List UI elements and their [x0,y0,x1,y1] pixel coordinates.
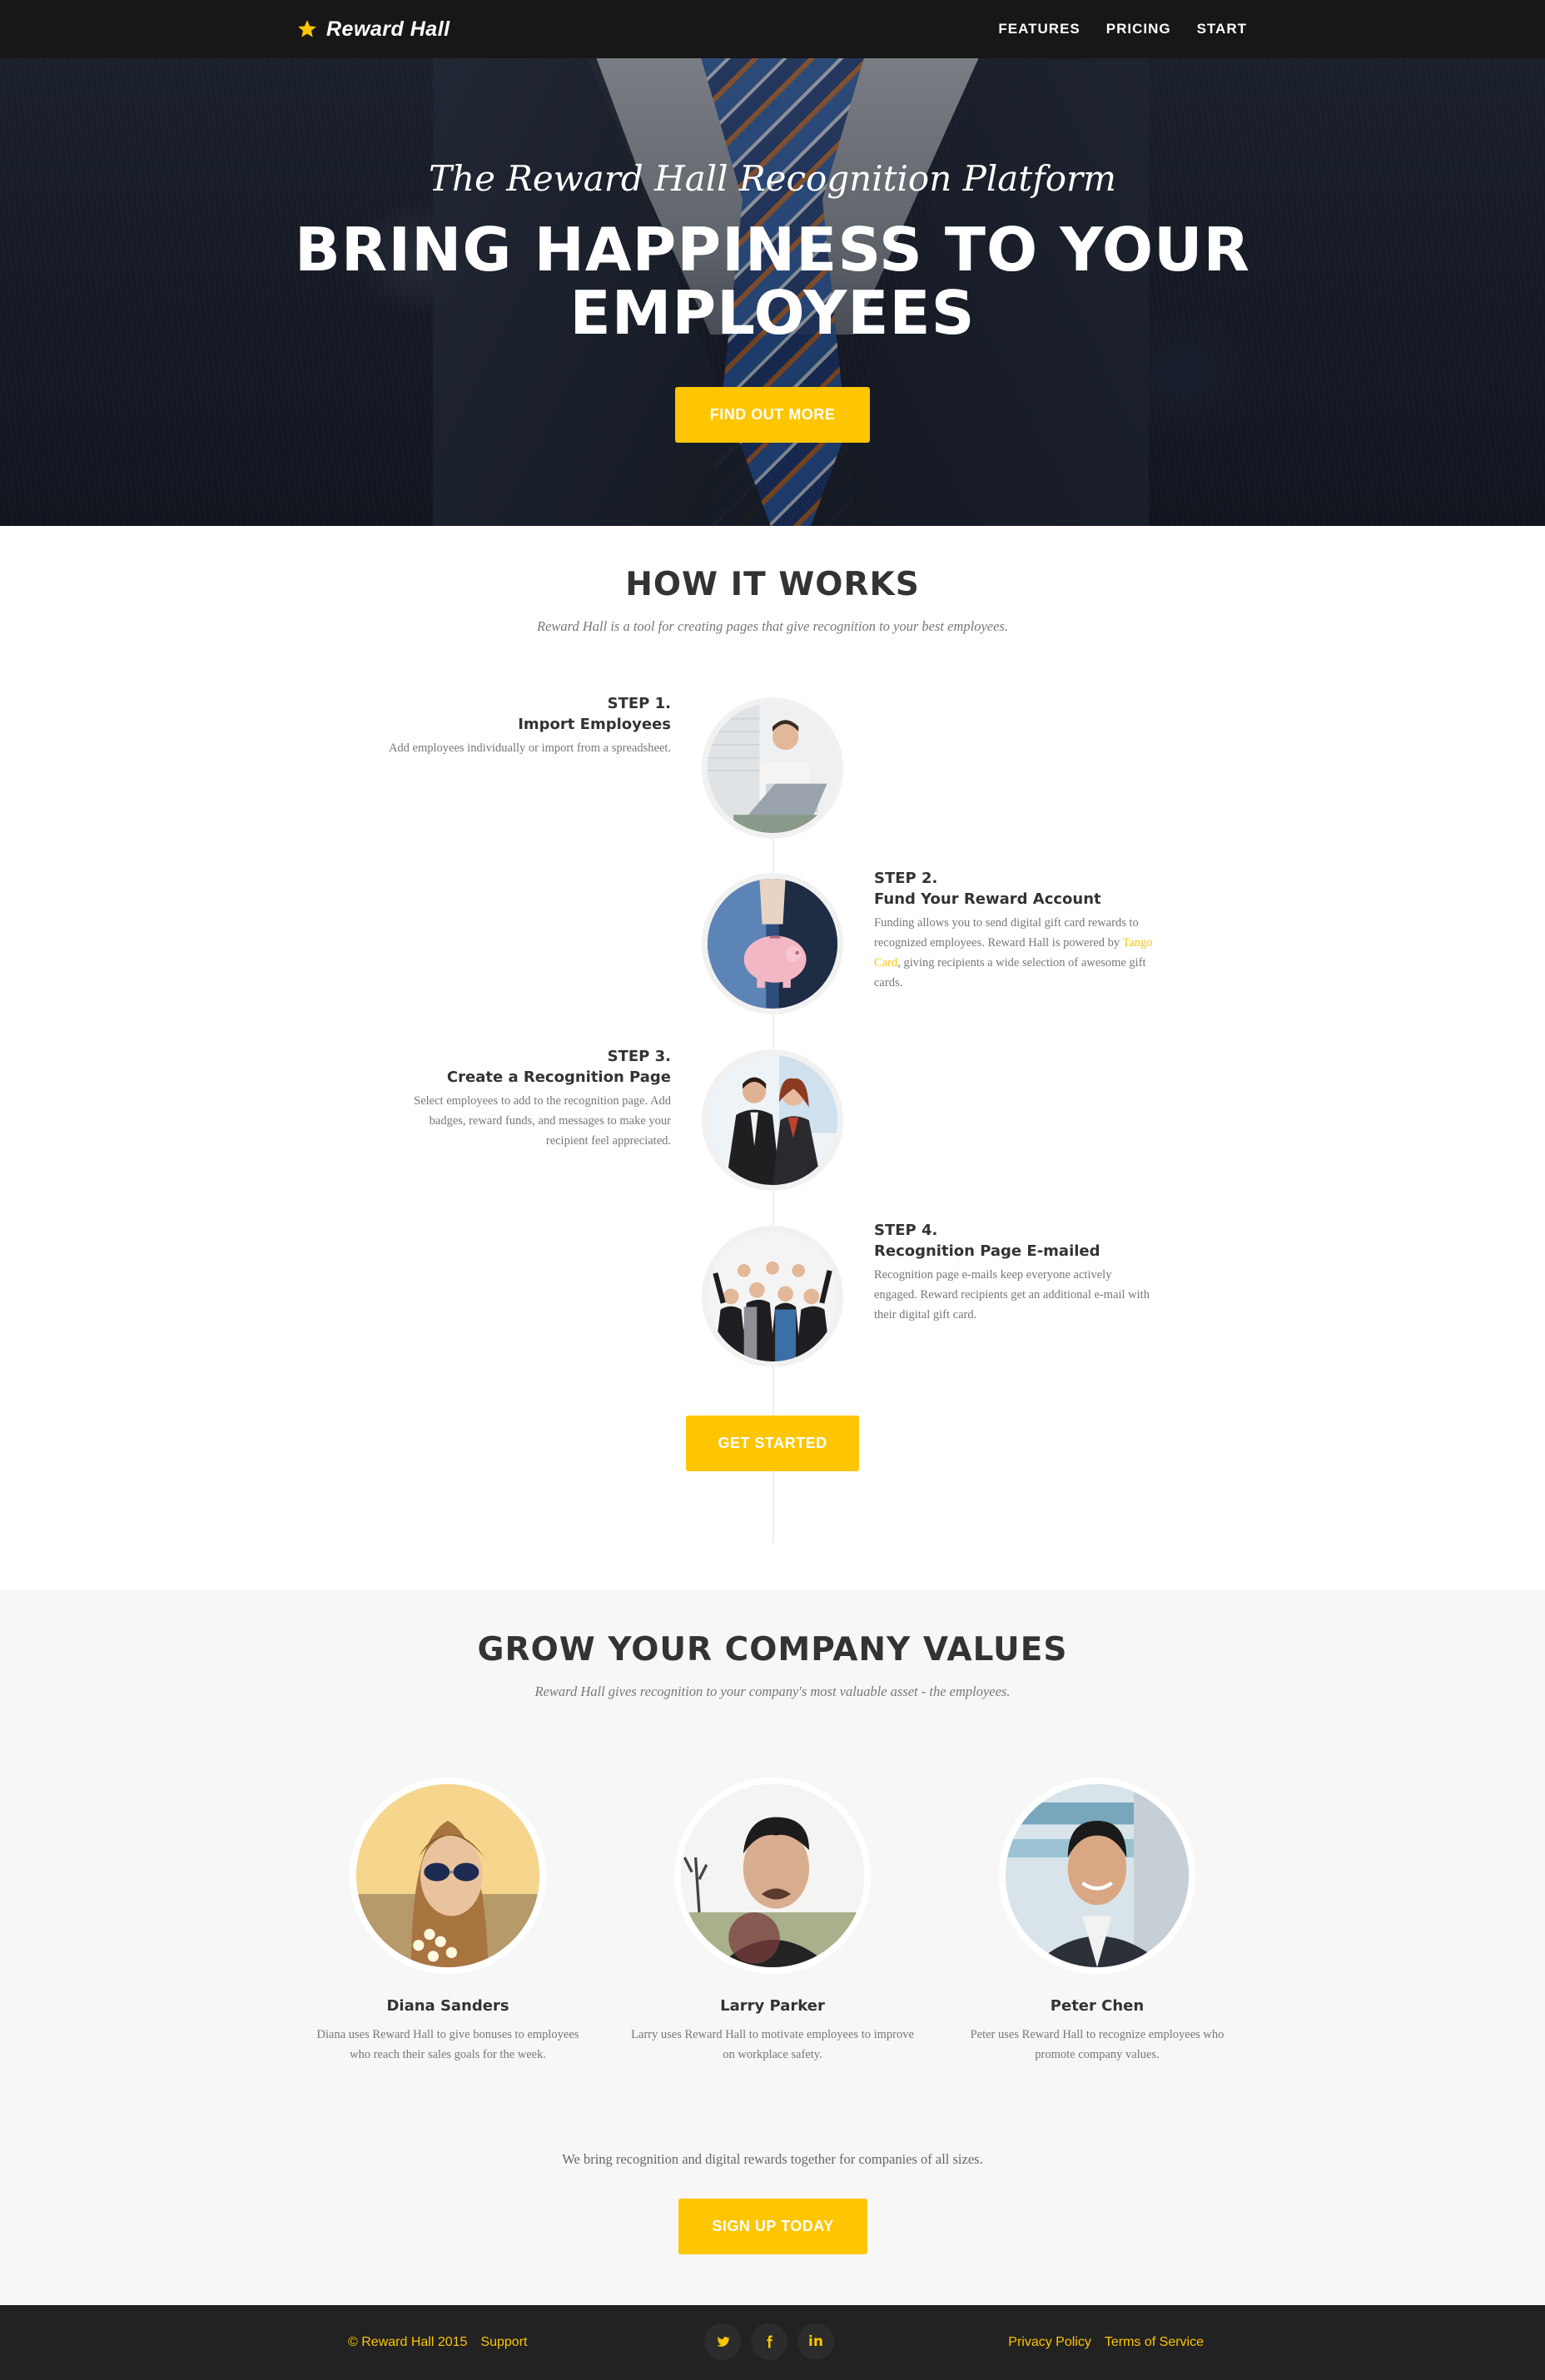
step-4-number: STEP 4. [874,1222,938,1239]
peter-avatar [999,1778,1195,1974]
nav-link-start[interactable]: START [1197,21,1247,37]
step-2-description-pre: Funding allows you to send digital gift … [874,916,1139,950]
star-icon [298,20,316,37]
step-2-text: STEP 2. Fund Your Reward Account Funding… [874,870,1157,993]
hero-title-line-2: EMPLOYEES [569,278,976,348]
step-2-description-post: , giving recipients a wide selection of … [874,956,1146,989]
business-couple-photo [708,1055,837,1185]
footer-right: Privacy Policy Terms of Service [1008,2305,1204,2380]
brand-name: Reward Hall [326,17,450,41]
step-1-description: Add employees individually or import fro… [388,741,671,755]
footer-copyright: © Reward Hall 2015 [348,2335,468,2349]
step-2-description: Funding allows you to send digital gift … [874,913,1157,993]
step-4-description: Recognition page e-mails keep everyone a… [874,1268,1150,1321]
nav-links: FEATURES PRICING START [998,0,1247,58]
peter-photo [1006,1784,1189,1967]
step-2-image [702,873,843,1014]
find-out-more-button[interactable]: FIND OUT MORE [675,387,870,443]
nav-link-features[interactable]: FEATURES [998,21,1080,37]
step-2-number: STEP 2. [874,870,938,887]
diana-name: Diana Sanders [386,1997,509,2015]
step-3-description: Select employees to add to the recogniti… [414,1094,671,1148]
step-3-text: STEP 3. Create a Recognition Page Select… [388,1048,671,1151]
man-laptop-photo [708,703,837,833]
diana-photo [356,1784,539,1967]
step-2-heading: Fund Your Reward Account [874,890,1101,908]
step-4-text: STEP 4. Recognition Page E-mailed Recogn… [874,1222,1157,1325]
hero-subtitle: The Reward Hall Recognition Platform [429,158,1116,199]
peter-name: Peter Chen [1050,1997,1145,2015]
step-4-image [702,1226,843,1367]
hero-title: BRING HAPPINESS TO YOUR EMPLOYEES [0,218,1545,345]
hero-title-line-1: BRING HAPPINESS TO YOUR [295,215,1250,285]
step-1-text: STEP 1. Import Employees Add employees i… [388,695,671,758]
top-navbar: Reward Hall FEATURES PRICING START [0,0,1545,58]
privacy-policy-link[interactable]: Privacy Policy [1008,2335,1091,2350]
how-it-works-title: HOW IT WORKS [625,566,920,603]
how-it-works-subtitle: Reward Hall is a tool for creating pages… [537,618,1008,634]
terms-of-service-link[interactable]: Terms of Service [1105,2335,1204,2350]
step-4-heading: Recognition Page E-mailed [874,1242,1100,1260]
step-3-number: STEP 3. [607,1048,671,1065]
company-values-section: GROW YOUR COMPANY VALUES Reward Hall giv… [0,1589,1545,2305]
facebook-icon[interactable] [751,2323,787,2360]
step-3-heading: Create a Recognition Page [446,1069,671,1086]
twitter-icon[interactable] [704,2323,741,2360]
testimonial-larry: Larry Parker Larry uses Reward Hall to m… [631,1778,914,2065]
step-1-number: STEP 1. [607,695,671,712]
signup-cta-text: We bring recognition and digital rewards… [562,2151,983,2167]
linkedin-icon[interactable]: in [797,2323,834,2360]
step-3-image [702,1049,843,1191]
larry-name: Larry Parker [720,1997,825,2015]
footer-left: © Reward Hall 2015 Support [348,2305,527,2380]
step-1-heading: Import Employees [518,716,671,733]
footer-support-link[interactable]: Support [480,2335,527,2350]
peter-description: Peter uses Reward Hall to recognize empl… [970,2028,1225,2061]
larry-avatar [674,1778,871,1974]
piggy-bank-photo [708,879,837,1009]
team-cheering-photo [708,1232,837,1361]
nav-link-pricing[interactable]: PRICING [1106,21,1171,37]
footer-social-links: in [704,2323,834,2360]
larry-description: Larry uses Reward Hall to motivate emplo… [631,2028,914,2061]
brand-logo-link[interactable]: Reward Hall [296,0,450,58]
testimonial-peter: Peter Chen Peter uses Reward Hall to rec… [956,1778,1239,2065]
sign-up-today-button[interactable]: SIGN UP TODAY [678,2199,867,2254]
diana-description: Diana uses Reward Hall to give bonuses t… [316,2028,579,2061]
values-subtitle: Reward Hall gives recognition to your co… [534,1683,1011,1699]
get-started-button[interactable]: GET STARTED [686,1416,859,1471]
step-1-image [702,697,843,839]
larry-photo [681,1784,864,1967]
diana-avatar [350,1778,546,1974]
values-title: GROW YOUR COMPANY VALUES [477,1631,1068,1668]
testimonial-diana: Diana Sanders Diana uses Reward Hall to … [306,1778,589,2065]
footer: © Reward Hall 2015 Support in Privacy Po… [0,2305,1545,2380]
hero-section: The Reward Hall Recognition Platform BRI… [0,58,1545,526]
